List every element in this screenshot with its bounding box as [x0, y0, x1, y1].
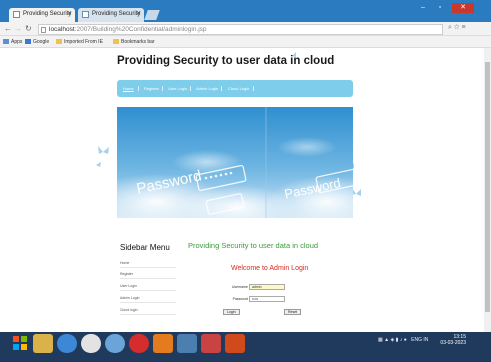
scrollbar-thumb[interactable] — [485, 62, 490, 312]
back-arrow-icon[interactable]: ← — [4, 24, 12, 33]
tab-title: Providing Security — [23, 11, 72, 17]
browser-tab-2[interactable]: Providing Security ✕ — [78, 8, 144, 22]
maximize-icon[interactable]: ▫ — [432, 3, 448, 13]
opera-icon[interactable] — [129, 334, 149, 353]
tab-title: Providing Security — [92, 11, 141, 17]
nav-divider — [221, 86, 222, 91]
lang-label: ENG — [411, 337, 422, 343]
address-bar-icons: ⌕ ☆ ≡ — [448, 24, 466, 32]
forward-arrow-icon[interactable]: → — [14, 24, 22, 33]
reload-icon[interactable]: ↻ — [25, 24, 32, 33]
bookmark-label: Google — [33, 39, 50, 45]
sidebar-item-user-login[interactable]: User Login — [120, 284, 137, 288]
nav-divider — [190, 86, 191, 91]
password-input[interactable]: ••••• — [249, 296, 285, 302]
start-button[interactable] — [12, 335, 28, 351]
bookmark-label: Apps — [11, 39, 23, 45]
clock[interactable]: 13:15 03-03-2023 — [438, 334, 466, 346]
system-tray: ▦ ▲ ◈ ▮ ♪ ● ENG IN — [378, 337, 428, 343]
bookmark-google[interactable]: Google — [25, 39, 49, 45]
bookmark-bar-folder[interactable]: Bookmarks bar — [113, 39, 155, 45]
file-explorer-icon[interactable] — [33, 334, 53, 353]
bookmark-label: Bookmarks bar — [121, 39, 155, 45]
page-favicon-icon — [13, 11, 20, 18]
folder-icon — [56, 39, 62, 45]
sidebar-title: Sidebar Menu — [120, 243, 170, 252]
close-icon[interactable]: ✕ — [136, 10, 141, 17]
media-player-icon[interactable] — [105, 334, 125, 353]
browser-tab-1[interactable]: Providing Security ✕ — [9, 8, 75, 22]
sidebar-item-home[interactable]: Home — [120, 261, 129, 265]
nav-admin-login[interactable]: Admin Login — [196, 86, 218, 91]
nav-divider — [162, 86, 163, 91]
login-heading: Welcome to Admin Login — [231, 265, 309, 272]
nav-register[interactable]: Register — [144, 86, 159, 91]
banner-image: Password Password — [117, 107, 353, 218]
sidebar-divider — [120, 267, 176, 268]
username-label: Username — [231, 285, 248, 289]
window-close-icon[interactable]: ✕ — [452, 3, 474, 13]
internet-explorer-icon[interactable] — [57, 334, 77, 353]
region-label: IN — [423, 337, 429, 343]
menu-icon[interactable]: ≡ — [462, 24, 466, 31]
chrome-icon[interactable] — [81, 334, 101, 353]
nav-user-login[interactable]: User Login — [168, 86, 187, 91]
nav-divider — [253, 86, 254, 91]
sidebar-divider — [120, 278, 176, 279]
nav-home[interactable]: Home — [123, 86, 134, 91]
paint-icon[interactable] — [201, 334, 221, 353]
site-title: Providing Security to user data in cloud — [117, 55, 335, 67]
powerpoint-icon[interactable] — [225, 334, 245, 353]
sidebar-item-register[interactable]: Register — [120, 272, 133, 276]
page-favicon-icon — [82, 11, 89, 18]
login-button[interactable]: Login — [223, 309, 240, 315]
tray-icons[interactable]: ▦ ▲ ◈ ▮ ♪ ● — [378, 337, 407, 343]
clock-date: 03-03-2023 — [440, 340, 466, 346]
language-indicator[interactable]: ENG IN — [411, 337, 428, 343]
zoom-icon[interactable]: ⌕ — [448, 24, 452, 31]
close-icon[interactable]: ✕ — [67, 10, 72, 17]
bookmark-label: Imported From IE — [64, 39, 103, 45]
password-label: Password — [232, 297, 248, 301]
bookmark-apps[interactable]: Apps — [3, 39, 22, 45]
username-input[interactable]: admin — [249, 284, 285, 290]
sidebar-item-admin-login[interactable]: Admin Login — [120, 296, 139, 300]
page-icon — [41, 27, 46, 33]
bookmark-imported[interactable]: Imported From IE — [56, 39, 103, 45]
sidebar-divider — [120, 302, 176, 303]
content-title: Providing Security to user data in cloud — [188, 241, 319, 250]
url-host: localhost — [49, 26, 75, 33]
reset-button[interactable]: Reset — [284, 309, 302, 315]
sidebar-divider — [120, 290, 176, 291]
folder-icon — [113, 39, 119, 45]
netbeans-icon[interactable] — [177, 334, 197, 353]
firefox-icon[interactable] — [153, 334, 173, 353]
nav-cloud-login[interactable]: Cloud Login — [228, 86, 249, 91]
minimize-icon[interactable]: – — [416, 3, 430, 13]
apps-icon — [3, 39, 9, 45]
google-icon — [25, 39, 31, 45]
bookmark-star-icon[interactable]: ☆ — [454, 24, 460, 31]
sidebar-item-cloud-login[interactable]: Cloud login — [120, 308, 138, 312]
url-path: :2007/Building%20Confidential/adminlogin… — [74, 26, 207, 33]
nav-divider — [138, 86, 139, 91]
sidebar-divider — [120, 314, 176, 315]
address-bar[interactable]: localhost:2007/Building%20Confidential/a… — [38, 24, 443, 35]
